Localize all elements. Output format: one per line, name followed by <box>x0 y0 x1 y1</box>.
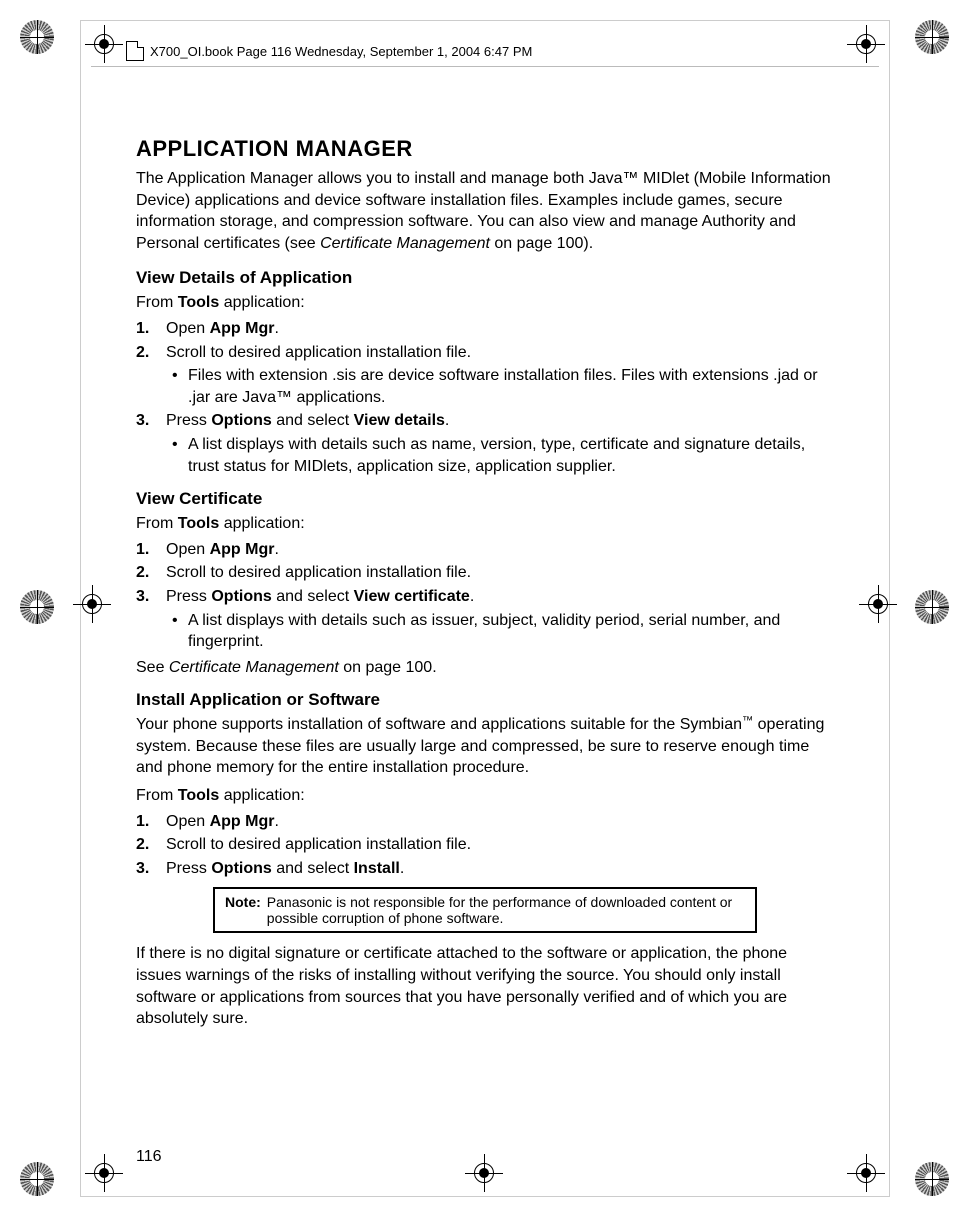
step-item: 1.Open App Mgr. <box>136 318 834 340</box>
crop-mark-icon <box>853 31 879 57</box>
running-head-text: X700_OI.book Page 116 Wednesday, Septemb… <box>150 44 532 59</box>
registration-mark-icon <box>20 590 54 624</box>
header-rule <box>91 66 879 67</box>
note-label: Note: <box>225 894 261 926</box>
step-item: 2.Scroll to desired application installa… <box>136 342 834 409</box>
crop-mark-icon <box>471 1160 497 1186</box>
step-item: 3.Press Options and select Install. <box>136 858 834 880</box>
steps-list: 1.Open App Mgr. 2.Scroll to desired appl… <box>136 811 834 880</box>
from-line: From Tools application: <box>136 513 834 535</box>
section-heading: View Details of Application <box>136 268 834 288</box>
registration-mark-icon <box>915 590 949 624</box>
note-body: Panasonic is not responsible for the per… <box>267 894 745 926</box>
registration-mark-icon <box>915 1162 949 1196</box>
crop-mark-icon <box>91 1160 117 1186</box>
section-heading: View Certificate <box>136 489 834 509</box>
see-also: See Certificate Management on page 100. <box>136 657 834 679</box>
crop-mark-icon <box>91 31 117 57</box>
steps-list: 1.Open App Mgr. 2.Scroll to desired appl… <box>136 539 834 653</box>
registration-mark-icon <box>20 20 54 54</box>
steps-list: 1.Open App Mgr. 2.Scroll to desired appl… <box>136 318 834 477</box>
running-head: X700_OI.book Page 116 Wednesday, Septemb… <box>126 41 532 61</box>
sub-item: Files with extension .sis are device sof… <box>166 365 834 408</box>
note-box: Note: Panasonic is not responsible for t… <box>213 887 757 933</box>
step-item: 3.Press Options and select View certific… <box>136 586 834 653</box>
intro-paragraph: The Application Manager allows you to in… <box>136 168 834 254</box>
crop-mark-icon <box>79 591 105 617</box>
step-item: 1.Open App Mgr. <box>136 811 834 833</box>
crop-mark-icon <box>865 591 891 617</box>
step-item: 2.Scroll to desired application installa… <box>136 562 834 584</box>
page-content: APPLICATION MANAGER The Application Mana… <box>136 136 834 1036</box>
registration-mark-icon <box>20 1162 54 1196</box>
closing-paragraph: If there is no digital signature or cert… <box>136 943 834 1029</box>
page-frame: X700_OI.book Page 116 Wednesday, Septemb… <box>80 20 890 1197</box>
section-heading: Install Application or Software <box>136 690 834 710</box>
step-item: 3.Press Options and select View details.… <box>136 410 834 477</box>
crop-mark-icon <box>853 1160 879 1186</box>
page-number: 116 <box>136 1148 162 1166</box>
from-line: From Tools application: <box>136 292 834 314</box>
sub-item: A list displays with details such as nam… <box>166 434 834 477</box>
section-paragraph: Your phone supports installation of soft… <box>136 714 834 779</box>
page-title: APPLICATION MANAGER <box>136 136 834 162</box>
sub-item: A list displays with details such as iss… <box>166 610 834 653</box>
registration-mark-icon <box>915 20 949 54</box>
step-item: 1.Open App Mgr. <box>136 539 834 561</box>
step-item: 2.Scroll to desired application installa… <box>136 834 834 856</box>
document-icon <box>126 41 144 61</box>
from-line: From Tools application: <box>136 785 834 807</box>
